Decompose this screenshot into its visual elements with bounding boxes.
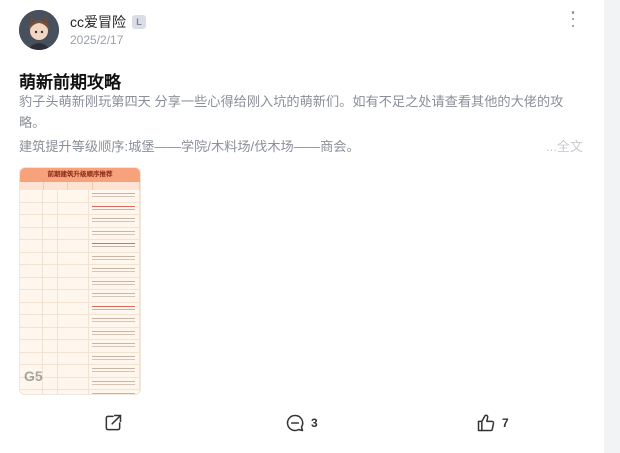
like-count: 7 (502, 416, 509, 430)
image-table (20, 190, 140, 394)
share-icon (105, 414, 122, 431)
comment-icon (286, 414, 304, 432)
share-button[interactable] (103, 413, 123, 433)
post-body[interactable]: 豹子头萌新刚玩第四天 分享一些心得给刚入坑的萌新们。如有不足之处请查看其他的大佬… (19, 91, 587, 133)
post-image[interactable]: 前期建筑升级顺序推荐 G5 (19, 167, 141, 395)
comment-button[interactable]: 3 (285, 413, 318, 433)
image-banner: 前期建筑升级顺序推荐 (20, 168, 140, 182)
avatar[interactable] (19, 10, 59, 50)
level-badge-icon: L (132, 15, 146, 29)
post-date: 2025/2/17 (70, 33, 124, 47)
thumbs-up-icon (477, 414, 495, 432)
post-card: cc爱冒险 L 2025/2/17 萌新前期攻略 豹子头萌新刚玩第四天 分享一些… (0, 0, 604, 453)
avatar-illustration (19, 10, 59, 50)
author-line: cc爱冒险 L (70, 12, 146, 32)
post-title[interactable]: 萌新前期攻略 (19, 68, 121, 93)
author-name[interactable]: cc爱冒险 (70, 12, 126, 32)
post-body-line2[interactable]: 建筑提升等级顺序:城堡——学院/木料场/伐木场——商会。 (19, 136, 360, 155)
image-watermark: G5 (24, 368, 43, 384)
comment-count: 3 (311, 416, 318, 430)
more-options-icon[interactable] (566, 10, 580, 28)
like-button[interactable]: 7 (476, 413, 509, 433)
image-table-header (20, 182, 140, 190)
full-text-link[interactable]: ...全文 (546, 136, 583, 155)
